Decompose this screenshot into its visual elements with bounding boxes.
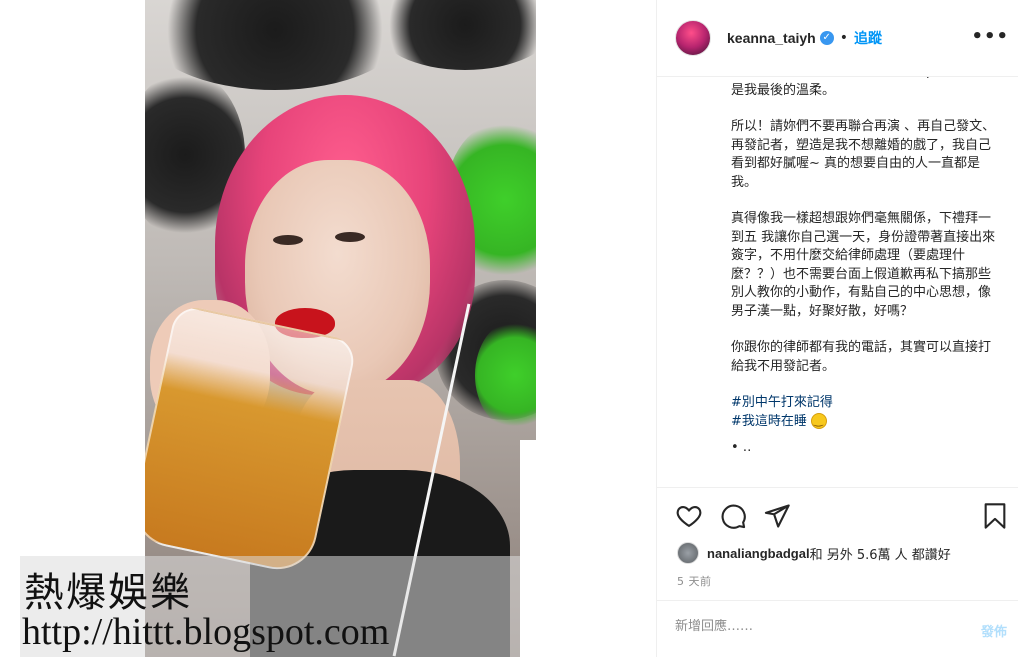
graffiti-dark-spray [375, 0, 536, 70]
hashtag-text: #我這時在睡 [731, 413, 807, 429]
caption-paragraph: 所以！請妳們不要再聯合再演 、再自己發文、再發記者，塑造是我不想離婚的戲了，我自… [731, 119, 996, 190]
caption-more: • ‥ [731, 440, 752, 455]
hashtag-link[interactable]: #別中午打來記得 [731, 394, 1003, 413]
watermark-url: http://hittt.blogspot.com [22, 611, 390, 653]
liker-username[interactable]: nanaliangbadgal [707, 546, 810, 561]
post-side-panel: keanna_taiyh ✓ • 追蹤 ••• 我已經對你很好了一沒自你目來別p… [656, 0, 1018, 657]
more-horizontal-icon[interactable]: ••• [971, 26, 1009, 47]
hashtag-link[interactable]: #我這時在睡 [731, 412, 1003, 432]
comment-icon[interactable] [719, 502, 747, 530]
post-timestamp[interactable]: 5 天前 [677, 573, 712, 589]
post-comment-button[interactable]: 發佈 [981, 621, 1007, 640]
caption-paragraph: 真得像我一樣超想跟妳們毫無關係，下禮拜一到五 我讓你自己選一天，身份證帶著直接出… [731, 211, 996, 319]
follow-button[interactable]: 追蹤 [854, 28, 882, 48]
bookmark-icon[interactable] [981, 502, 1009, 530]
caption-scroll-area[interactable]: 我已經對你很好了一沒自你目來別po這篇，這是我最後的溫柔。 所以！請妳們不要再聯… [731, 77, 1003, 487]
verified-badge-icon: ✓ [819, 31, 834, 45]
post-media-area: 熱爆娛樂 http://hittt.blogspot.com [0, 0, 656, 657]
comment-input[interactable] [675, 619, 935, 634]
username-link[interactable]: keanna_taiyh [727, 30, 816, 46]
paper-plane-icon[interactable] [763, 502, 791, 530]
heart-icon[interactable] [675, 502, 703, 530]
post-header: keanna_taiyh ✓ • 追蹤 ••• [657, 0, 1018, 77]
eye-right [335, 232, 365, 242]
likes-summary: nanaliangbadgal 和 另外 5.6萬 人 都讚好 [677, 542, 951, 564]
caption-text: 我已經對你很好了一沒自你目來別po這篇，這是我最後的溫柔。 所以！請妳們不要再聯… [731, 77, 1003, 476]
comment-bar: 發佈 [657, 600, 1018, 657]
eye-left [273, 235, 303, 245]
likes-count-text[interactable]: 和 另外 5.6萬 人 都讚好 [810, 544, 951, 563]
liker-avatar[interactable] [677, 542, 699, 564]
smiley-emoji-icon [811, 412, 828, 431]
avatar[interactable] [675, 20, 711, 56]
header-separator: • [839, 30, 848, 46]
caption-paragraph: 你跟你的律師都有我的電話，其實可以直接打給我不用發記者。 [731, 340, 992, 374]
photo-edge [520, 440, 536, 657]
action-bar [657, 487, 1018, 547]
caption-paragraph: 我已經對你很好了一沒自你目來別po這篇，這是我最後的溫柔。 [731, 77, 994, 98]
